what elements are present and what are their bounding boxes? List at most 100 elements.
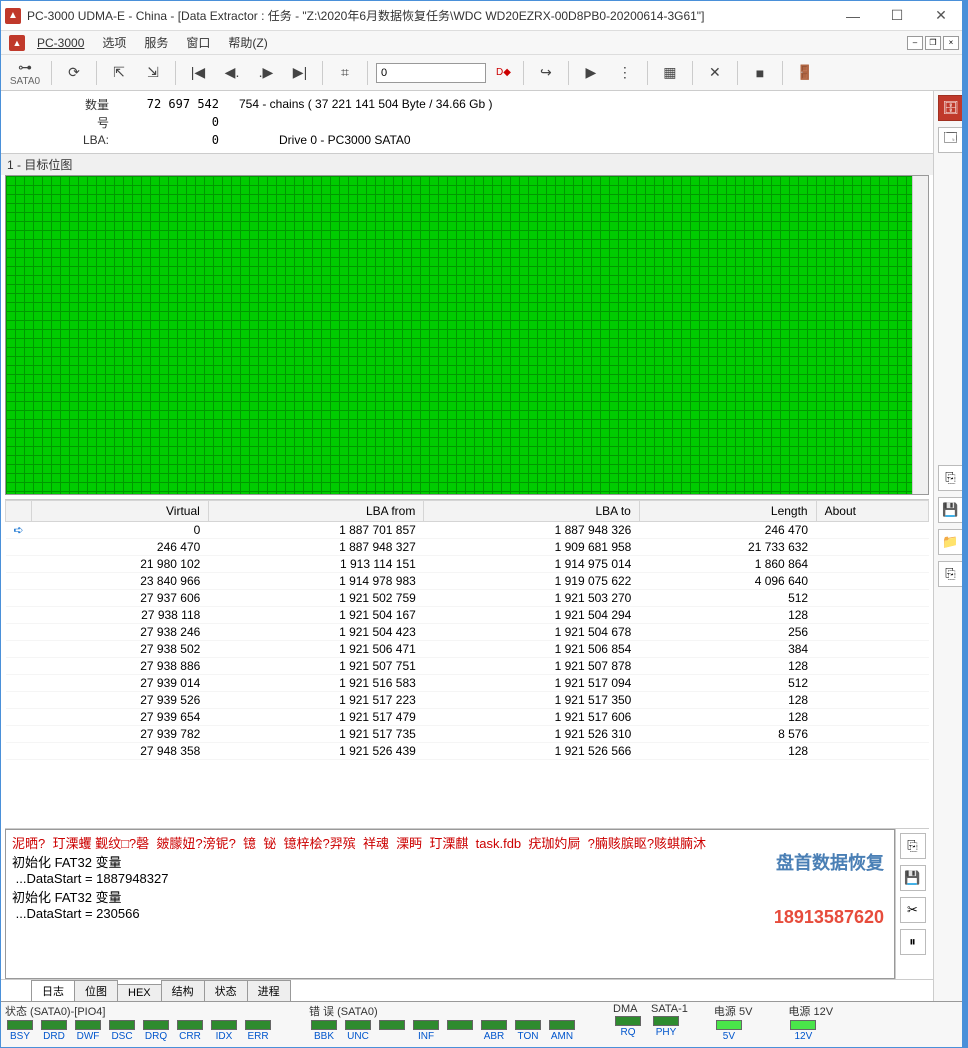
- first-button[interactable]: |◀: [184, 59, 212, 87]
- export-button[interactable]: ⇱: [105, 59, 133, 87]
- tab-log[interactable]: 日志: [31, 980, 75, 1001]
- separator: [782, 61, 783, 85]
- table-row[interactable]: 27 938 1181 921 504 1671 921 504 294128: [6, 607, 929, 624]
- menubar: ▲ PC-3000 选项 服务 窗口 帮助(Z) – ❐ ×: [1, 31, 967, 55]
- menu-window[interactable]: 窗口: [178, 32, 218, 53]
- table-row[interactable]: 27 937 6061 921 502 7591 921 503 270512: [6, 590, 929, 607]
- menu-brand[interactable]: PC-3000: [29, 34, 92, 52]
- tab-status[interactable]: 状态: [204, 980, 248, 1001]
- column-header[interactable]: [6, 501, 32, 522]
- app-icon: 🗔: [943, 129, 957, 151]
- grid2-button[interactable]: ▦: [656, 59, 684, 87]
- menu-help[interactable]: 帮助(Z): [220, 32, 275, 53]
- log-load-button[interactable]: ⎘: [900, 833, 926, 859]
- import-button[interactable]: ⇲: [139, 59, 167, 87]
- mdi-controls: – ❐ ×: [907, 36, 959, 50]
- info-row-lba: LBA: 0 Drive 0 - PC3000 SATA0: [9, 131, 925, 149]
- side-db-button[interactable]: 🗄: [938, 95, 964, 121]
- led-item: AMN: [547, 1020, 577, 1042]
- close-button[interactable]: ✕: [919, 2, 963, 30]
- table-row[interactable]: 27 939 5261 921 517 2231 921 517 350128: [6, 692, 929, 709]
- tab-bitmap[interactable]: 位图: [74, 980, 118, 1001]
- side-folder-button[interactable]: 📁: [938, 529, 964, 555]
- cell-length: 246 470: [639, 522, 816, 539]
- row-icon: [6, 726, 32, 743]
- table-row[interactable]: 27 938 8861 921 507 7511 921 507 878128: [6, 658, 929, 675]
- table-row[interactable]: 23 840 9661 914 978 9831 919 075 6224 09…: [6, 573, 929, 590]
- status-group-12v: 电源 12V 12V: [788, 1003, 833, 1042]
- table-row[interactable]: ➪01 887 701 8571 887 948 326246 470: [6, 522, 929, 539]
- table-row[interactable]: 27 939 7821 921 517 7351 921 526 3108 57…: [6, 726, 929, 743]
- cell-virtual: 27 938 118: [32, 607, 209, 624]
- menu-service[interactable]: 服务: [136, 32, 176, 53]
- side-app-button[interactable]: 🗔: [938, 127, 964, 153]
- side-save-button[interactable]: 💾: [938, 497, 964, 523]
- status-group-sata1: SATA-1 PHY: [651, 1003, 688, 1038]
- mdi-restore[interactable]: ❐: [925, 36, 941, 50]
- column-header[interactable]: LBA to: [424, 501, 640, 522]
- table-row[interactable]: 27 938 2461 921 504 4231 921 504 678256: [6, 624, 929, 641]
- cell-length: 128: [639, 607, 816, 624]
- mdi-minimize[interactable]: –: [907, 36, 923, 50]
- separator: [367, 61, 368, 85]
- prev-button[interactable]: ◀.: [218, 59, 246, 87]
- tools-button[interactable]: ✕: [701, 59, 729, 87]
- table-row[interactable]: 27 938 5021 921 506 4711 921 506 854384: [6, 641, 929, 658]
- column-header[interactable]: Virtual: [32, 501, 209, 522]
- log-clear-button[interactable]: ✂: [900, 897, 926, 923]
- watermark-phone: 18913587620: [774, 907, 884, 928]
- log-area[interactable]: 泥晒? 玎溧蠼 觐纹□?磬 皴朦妞?滂铌? 镱 铋 镱梓桧?羿殡 祥魂 溧眄 玎…: [5, 829, 895, 979]
- table-row[interactable]: 27 939 0141 921 516 5831 921 517 094512: [6, 675, 929, 692]
- log-save-button[interactable]: 💾: [900, 865, 926, 891]
- cell-lba-to: 1 909 681 958: [424, 539, 640, 556]
- grid-button[interactable]: ⌗: [331, 59, 359, 87]
- menu-options[interactable]: 选项: [94, 32, 134, 53]
- titlebar[interactable]: ▲ PC-3000 UDMA-E - China - [Data Extract…: [1, 1, 967, 31]
- side-open-button[interactable]: ⎘: [938, 465, 964, 491]
- bitmap-area[interactable]: [5, 175, 929, 495]
- cell-lba-from: 1 914 978 983: [208, 573, 424, 590]
- cell-lba-to: 1 921 517 350: [424, 692, 640, 709]
- column-header[interactable]: Length: [639, 501, 816, 522]
- grid2-icon: ▦: [663, 64, 676, 81]
- goto-button[interactable]: ↪: [532, 59, 560, 87]
- cell-virtual: 23 840 966: [32, 573, 209, 590]
- column-header[interactable]: About: [816, 501, 928, 522]
- side-copy-button[interactable]: ⎘: [938, 561, 964, 587]
- table-row[interactable]: 27 939 6541 921 517 4791 921 517 606128: [6, 709, 929, 726]
- table-row[interactable]: 246 4701 887 948 3271 909 681 95821 733 …: [6, 539, 929, 556]
- tab-hex[interactable]: HEX: [117, 984, 162, 1001]
- refresh-button[interactable]: ⟳: [60, 59, 88, 87]
- info-row-num: 号 0: [9, 113, 925, 131]
- next-button[interactable]: .▶: [252, 59, 280, 87]
- tab-process[interactable]: 进程: [247, 980, 291, 1001]
- log-pause-button[interactable]: ⏸: [900, 929, 926, 955]
- bitmap-scrollbar[interactable]: [912, 176, 928, 494]
- table-row[interactable]: 27 948 3581 921 526 4391 921 526 566128: [6, 743, 929, 760]
- table-wrap[interactable]: VirtualLBA fromLBA toLengthAbout ➪01 887…: [5, 499, 929, 829]
- led-item: UNC: [343, 1020, 373, 1042]
- play-dropdown[interactable]: ⋮: [611, 59, 639, 87]
- cell-lba-to: 1 921 503 270: [424, 590, 640, 607]
- minimize-button[interactable]: —: [831, 2, 875, 30]
- sata-button[interactable]: ⊶ SATA0: [7, 59, 43, 87]
- exit-button[interactable]: 🚪: [791, 59, 819, 87]
- row-icon: [6, 692, 32, 709]
- play-icon: ▶: [586, 64, 597, 81]
- table-row[interactable]: 21 980 1021 913 114 1511 914 975 0141 86…: [6, 556, 929, 573]
- stop-button[interactable]: ■: [746, 59, 774, 87]
- cell-lba-to: 1 921 504 678: [424, 624, 640, 641]
- mdi-close[interactable]: ×: [943, 36, 959, 50]
- cell-about: [816, 624, 928, 641]
- refresh-icon: ⟳: [68, 64, 80, 81]
- maximize-button[interactable]: ☐: [875, 2, 919, 30]
- cell-about: [816, 675, 928, 692]
- column-header[interactable]: LBA from: [208, 501, 424, 522]
- cell-lba-to: 1 914 975 014: [424, 556, 640, 573]
- play-button[interactable]: ▶: [577, 59, 605, 87]
- tab-struct[interactable]: 结构: [161, 980, 205, 1001]
- chain-table: VirtualLBA fromLBA toLengthAbout ➪01 887…: [5, 500, 929, 760]
- address-input[interactable]: [376, 63, 486, 83]
- plug-icon: ⊶: [18, 59, 32, 76]
- last-button[interactable]: ▶|: [286, 59, 314, 87]
